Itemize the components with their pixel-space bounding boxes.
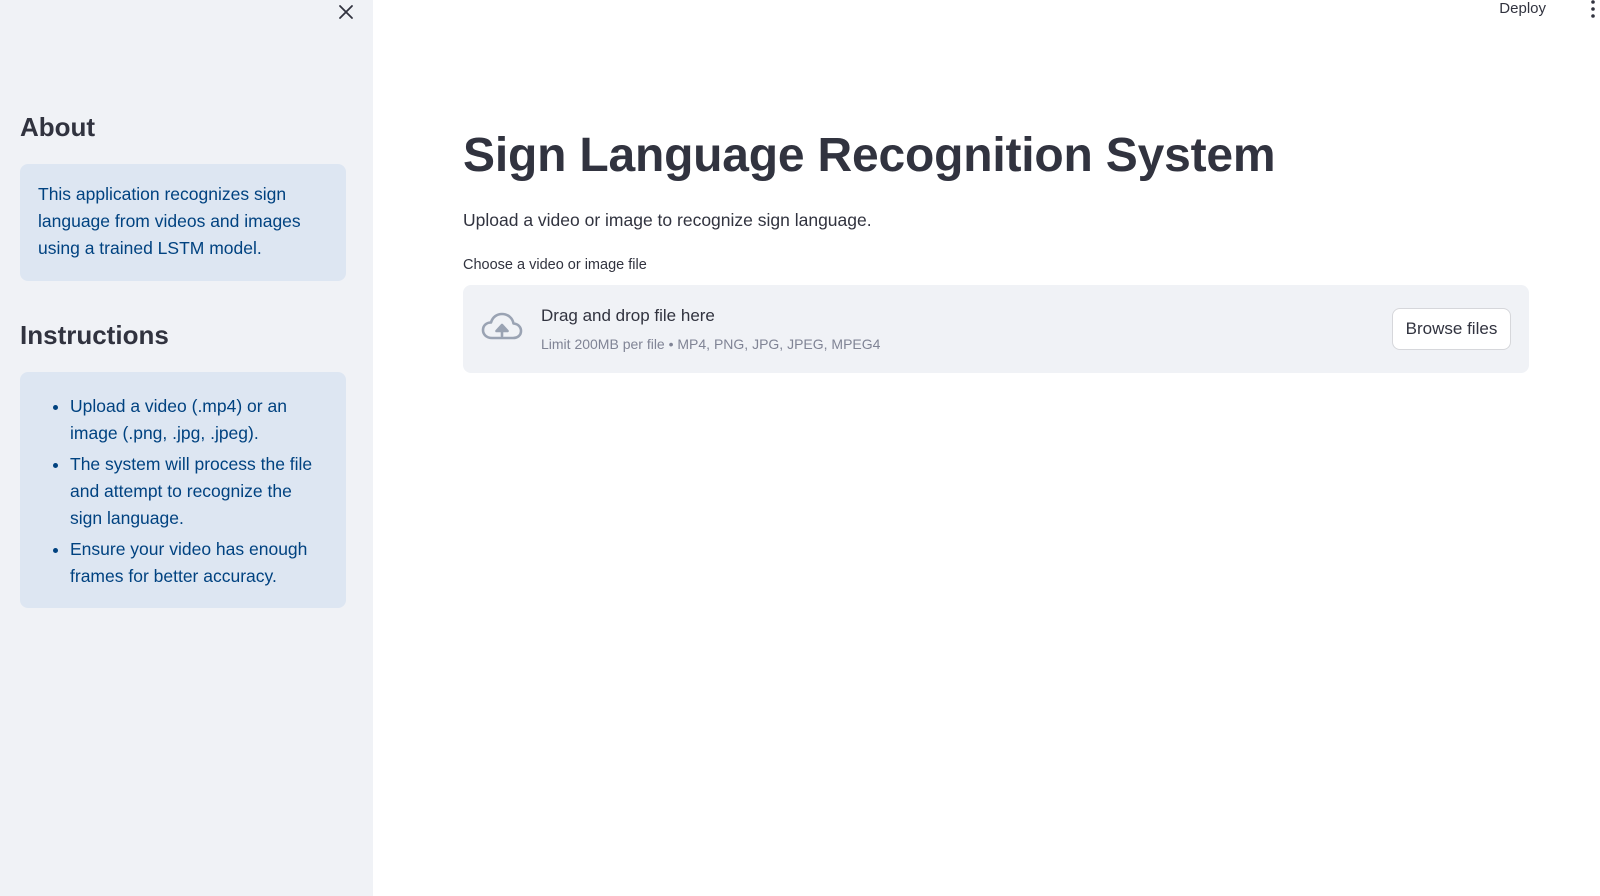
instructions-list: Upload a video (.mp4) or an image (.png,… (38, 393, 328, 590)
sidebar: About This application recognizes sign l… (0, 0, 373, 896)
close-icon[interactable] (334, 0, 358, 24)
about-info-box: This application recognizes sign languag… (20, 164, 346, 281)
cloud-upload-icon (481, 311, 523, 345)
vertical-dots-icon[interactable] (1588, 0, 1598, 20)
instruction-item: Upload a video (.mp4) or an image (.png,… (70, 393, 328, 447)
dropzone-title: Drag and drop file here (541, 306, 715, 325)
browse-files-button[interactable]: Browse files (1392, 308, 1511, 350)
instructions-info-box: Upload a video (.mp4) or an image (.png,… (20, 372, 346, 608)
instruction-item: The system will process the file and att… (70, 451, 328, 532)
about-text: This application recognizes sign languag… (38, 184, 301, 258)
about-heading: About (20, 112, 96, 142)
page-subtitle: Upload a video or image to recognize sig… (463, 210, 872, 230)
app-window: About This application recognizes sign l… (0, 0, 1600, 896)
page-title: Sign Language Recognition System (463, 129, 1276, 182)
file-dropzone[interactable]: Drag and drop file here Limit 200MB per … (463, 285, 1529, 373)
instructions-heading: Instructions (20, 320, 169, 350)
uploader-label: Choose a video or image file (463, 257, 647, 273)
dropzone-limit-text: Limit 200MB per file • MP4, PNG, JPG, JP… (541, 336, 881, 352)
instruction-item: Ensure your video has enough frames for … (70, 536, 328, 590)
deploy-button[interactable]: Deploy (1499, 0, 1546, 17)
